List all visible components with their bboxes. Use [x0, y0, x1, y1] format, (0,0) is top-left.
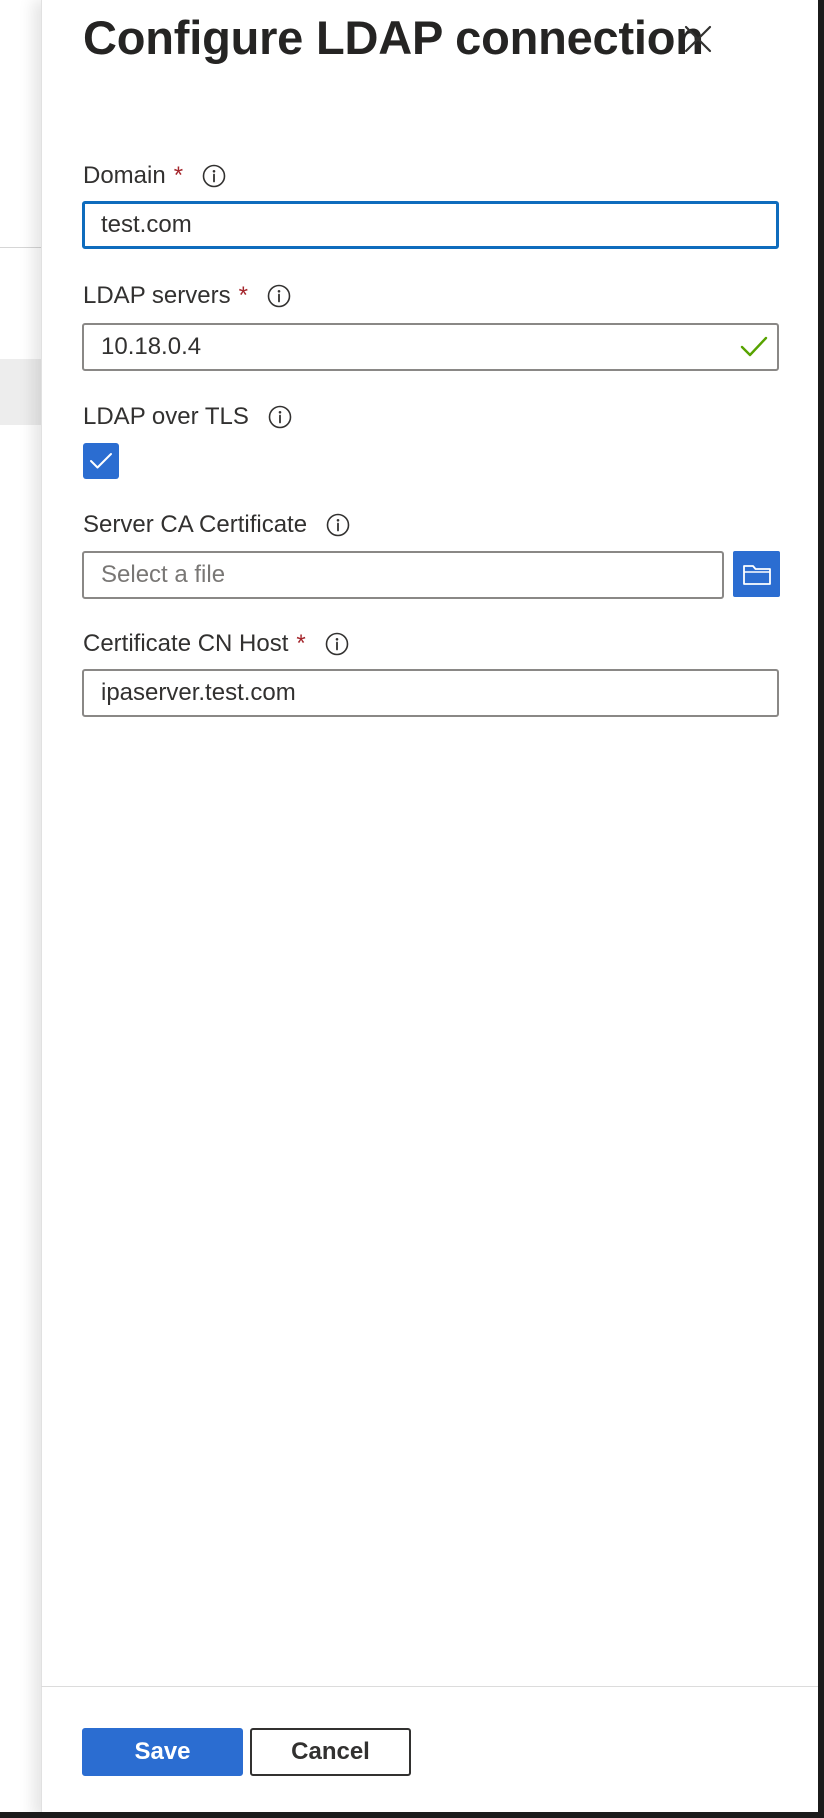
info-icon[interactable]: [325, 512, 351, 538]
domain-label: Domain *: [83, 162, 227, 190]
save-button[interactable]: Save: [82, 1728, 243, 1776]
window-edge-bottom: [0, 1812, 824, 1818]
checkmark-icon: [740, 336, 768, 357]
ldap-servers-label-text: LDAP servers: [83, 282, 231, 309]
panel-title: Configure LDAP connection: [83, 11, 704, 64]
ldap-servers-required-mark: *: [238, 282, 248, 309]
background-page: [0, 0, 42, 1818]
info-icon[interactable]: [267, 404, 293, 430]
background-selected-row: [0, 359, 42, 425]
server-ca-certificate-file-input[interactable]: Select a file: [82, 551, 724, 599]
info-icon[interactable]: [201, 163, 227, 189]
ldap-servers-label: LDAP servers *: [83, 282, 292, 310]
background-divider: [0, 247, 42, 248]
cancel-button[interactable]: Cancel: [250, 1728, 411, 1776]
browse-file-button[interactable]: [733, 551, 780, 597]
domain-input[interactable]: test.com: [82, 201, 779, 249]
certificate-cn-host-label: Certificate CN Host *: [83, 630, 350, 658]
ldap-over-tls-label: LDAP over TLS: [83, 403, 293, 431]
ldap-config-panel: [41, 0, 819, 1818]
ldap-servers-input[interactable]: 10.18.0.4: [82, 323, 779, 371]
footer-divider: [41, 1686, 819, 1687]
close-icon: [684, 25, 712, 53]
certificate-cn-host-required-mark: *: [296, 630, 306, 657]
checkbox-check-icon: [90, 453, 112, 469]
window-edge-right: [818, 0, 824, 1818]
domain-required-mark: *: [173, 162, 184, 189]
close-button[interactable]: [676, 14, 720, 64]
server-ca-certificate-placeholder: Select a file: [101, 561, 226, 588]
domain-input-value: test.com: [101, 211, 192, 238]
server-ca-certificate-label: Server CA Certificate: [83, 511, 351, 539]
server-ca-certificate-label-text: Server CA Certificate: [83, 511, 308, 538]
ldap-over-tls-checkbox[interactable]: [83, 443, 119, 479]
ldap-servers-input-value: 10.18.0.4: [101, 333, 202, 360]
info-icon[interactable]: [266, 283, 292, 309]
info-icon[interactable]: [324, 631, 350, 657]
domain-label-text: Domain: [83, 162, 166, 189]
certificate-cn-host-input-value: ipaserver.test.com: [101, 679, 296, 706]
folder-icon: [742, 565, 771, 585]
certificate-cn-host-input[interactable]: ipaserver.test.com: [82, 669, 779, 717]
ldap-over-tls-label-text: LDAP over TLS: [83, 403, 249, 430]
certificate-cn-host-label-text: Certificate CN Host: [83, 630, 289, 657]
